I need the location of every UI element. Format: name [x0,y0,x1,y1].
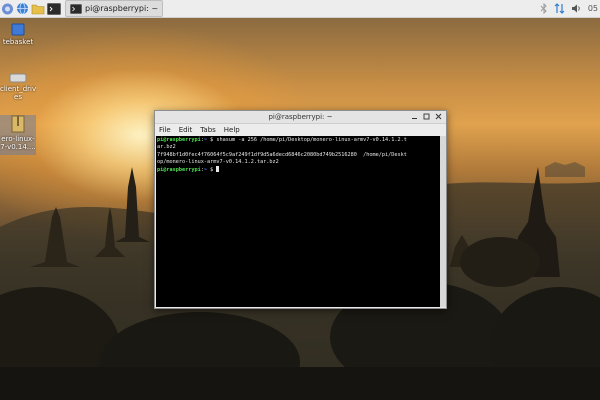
menu-tabs[interactable]: Tabs [200,126,216,134]
taskbar-window-label: pi@raspberrypi: ~ [85,4,159,13]
taskbar-terminal-window[interactable]: pi@raspberrypi: ~ [65,0,164,17]
drive-icon [9,73,27,83]
file-manager-launcher[interactable] [31,1,45,16]
raspberry-icon [2,3,13,15]
desktop-icon-client-drives[interactable]: client_driv es [0,73,36,101]
globe-icon [17,2,28,15]
volume-icon[interactable] [571,3,582,14]
menu-edit[interactable]: Edit [179,126,193,134]
close-icon [435,113,442,120]
trash-icon [11,23,25,36]
menu-help[interactable]: Help [224,126,240,134]
terminal-line: ar.bz2 [157,144,176,151]
terminal-line: pi@raspberrypi:~ $ shasum -a 256 /home/p… [157,137,439,144]
window-controls [410,112,443,121]
terminal-icon [47,2,61,15]
folder-icon [31,4,45,14]
close-button[interactable] [434,112,443,121]
scrollbar[interactable] [440,136,446,307]
desktop-icon-label: tebasket [2,38,34,46]
network-arrows-icon[interactable] [554,3,565,14]
system-tray: 05 [540,0,600,17]
desktop-icon-label: ero-linux- [1,135,35,143]
terminal-icon [70,3,82,14]
maximize-icon [423,113,430,120]
clock[interactable]: 05 [588,4,598,13]
menu-button[interactable] [1,1,14,16]
prompt-user: pi@raspberrypi [157,167,201,174]
menu-file[interactable]: File [159,126,171,134]
bluetooth-icon[interactable] [540,3,548,14]
window-title: pi@raspberrypi: ~ [268,113,333,121]
terminal-launcher[interactable] [47,1,61,16]
terminal-line: pi@raspberrypi:~ $ [157,166,439,174]
command-text: $ [206,167,217,174]
prompt-user: pi@raspberrypi [157,137,201,143]
desktop-icon-wastebasket[interactable]: tebasket [0,22,36,46]
terminal-menubar: File Edit Tabs Help [155,124,446,136]
text-cursor [216,166,220,173]
command-text: $ shasum -a 256 /home/pi/Desktop/monero-… [206,137,407,143]
hash-output-line: 7f948bf1d0fec4f76064f5c9af249f1df9d5a6de… [157,151,407,158]
desktop-icon-label: client_driv [0,85,36,93]
terminal-line: op/monero-linux-armv7-v0.14.1.2.tar.bz2 [157,158,279,165]
terminal-output[interactable]: pi@raspberrypi:~ $ shasum -a 256 /home/p… [156,136,440,307]
terminal-window: pi@raspberrypi: ~ File Edit Tabs Help pi… [154,110,447,309]
desktop-icon-monero-archive[interactable]: ero-linux- 7-v0.14.... [0,115,36,155]
maximize-button[interactable] [422,112,431,121]
top-panel: pi@raspberrypi: ~ 05 [0,0,600,18]
browser-launcher[interactable] [16,1,29,16]
minimize-button[interactable] [410,112,419,121]
archive-icon [11,115,25,133]
desktop-icon-label: 7-v0.14.... [0,143,36,151]
desktop-icon-label: es [14,93,22,101]
window-titlebar[interactable]: pi@raspberrypi: ~ [155,111,446,124]
minimize-icon [412,118,417,119]
